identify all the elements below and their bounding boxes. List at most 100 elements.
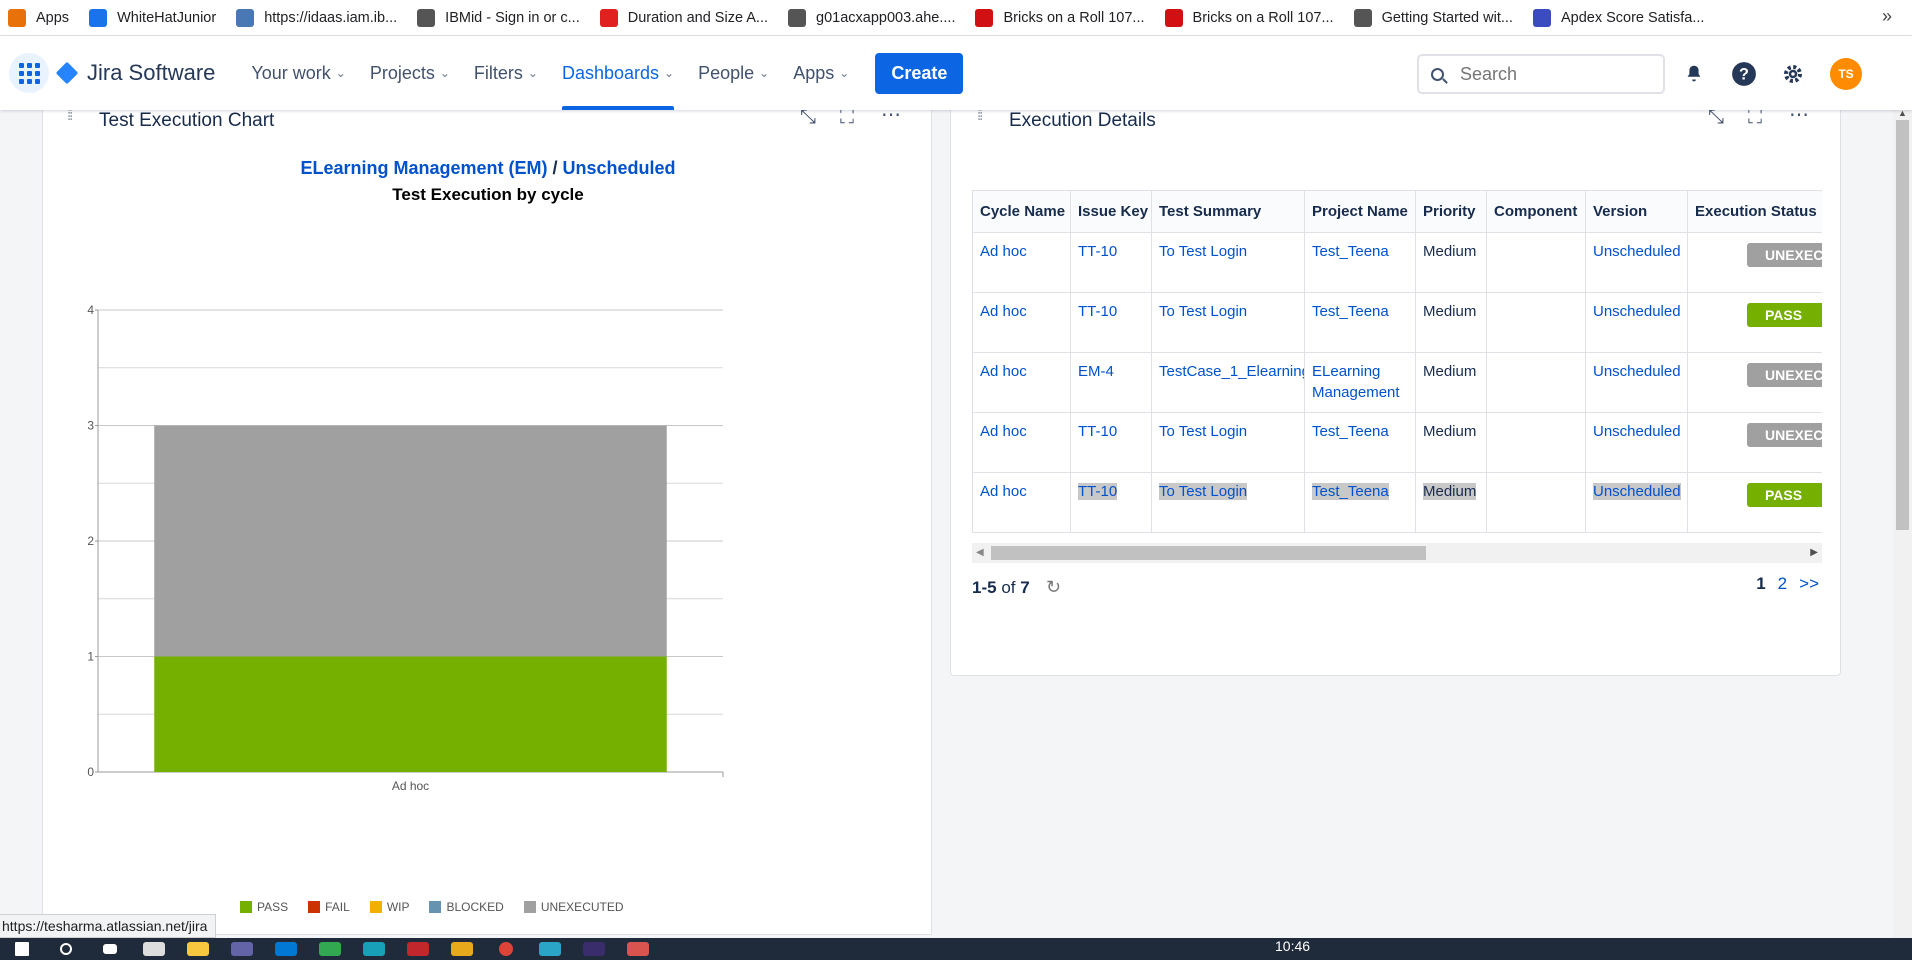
drag-handle-icon[interactable]: ⁞⁞: [67, 108, 74, 123]
page-vertical-scrollbar[interactable]: ▲: [1893, 108, 1912, 938]
start-icon[interactable]: [0, 938, 44, 960]
bookmark-item[interactable]: Apps: [8, 8, 69, 27]
summary-link[interactable]: To Test Login: [1159, 303, 1247, 320]
column-header[interactable]: Issue Key: [1070, 190, 1152, 233]
scroll-left-arrow-icon[interactable]: ◀: [976, 547, 984, 558]
app-icon[interactable]: [220, 938, 264, 960]
legend-item-fail[interactable]: FAIL: [308, 900, 350, 914]
jira-diamond-icon: [55, 61, 79, 85]
status-badge[interactable]: UNEXECUTED: [1747, 423, 1822, 447]
legend-label: FAIL: [325, 900, 350, 914]
legend-item-unexecuted[interactable]: UNEXECUTED: [523, 900, 624, 914]
app-icon[interactable]: [528, 938, 572, 960]
bookmark-item[interactable]: Duration and Size A...: [599, 8, 768, 27]
cycle-link[interactable]: Ad hoc: [980, 423, 1027, 440]
summary-link[interactable]: TestCase_1_Elearning: [1159, 363, 1304, 380]
column-header[interactable]: Priority: [1415, 190, 1487, 233]
bookmark-item[interactable]: Getting Started wit...: [1353, 8, 1513, 27]
bookmarks-overflow-button[interactable]: »: [1882, 6, 1892, 27]
project-link[interactable]: ELearning Management: [1312, 363, 1400, 401]
bookmark-item[interactable]: WhiteHatJunior: [89, 8, 216, 27]
summary-link[interactable]: To Test Login: [1159, 423, 1247, 440]
cycle-link[interactable]: Ad hoc: [980, 483, 1027, 500]
key-link[interactable]: TT-10: [1078, 243, 1117, 260]
nav-item-people[interactable]: People ⌄: [698, 36, 769, 110]
bookmark-item[interactable]: Apdex Score Satisfa...: [1532, 8, 1704, 27]
app-icon[interactable]: [616, 938, 660, 960]
bookmark-item[interactable]: IBMid - Sign in or c...: [417, 8, 580, 27]
edge-icon[interactable]: [308, 938, 352, 960]
search-box[interactable]: [1417, 54, 1665, 94]
app-switcher-icon[interactable]: [9, 53, 49, 93]
horizontal-scrollbar[interactable]: ◀ ▶: [972, 543, 1822, 563]
cycle-link[interactable]: Ad hoc: [980, 303, 1027, 320]
status-badge[interactable]: UNEXECUTED: [1747, 243, 1822, 267]
taskview-icon[interactable]: [88, 938, 132, 960]
app-icon[interactable]: [572, 938, 616, 960]
project-link[interactable]: Test_Teena: [1312, 483, 1389, 500]
status-badge[interactable]: PASS: [1747, 483, 1822, 507]
settings-gear-icon[interactable]: [1779, 60, 1807, 88]
column-header[interactable]: Version: [1585, 190, 1688, 233]
page-link[interactable]: >>: [1799, 574, 1819, 594]
legend-item-blocked[interactable]: BLOCKED: [429, 900, 504, 914]
cycle-link[interactable]: Ad hoc: [980, 243, 1027, 260]
app-icon[interactable]: [352, 938, 396, 960]
project-link[interactable]: Test_Teena: [1312, 303, 1389, 320]
column-header[interactable]: Project Name: [1304, 190, 1416, 233]
summary-link[interactable]: To Test Login: [1159, 483, 1248, 500]
version-link[interactable]: Unscheduled: [1593, 243, 1681, 260]
page-link[interactable]: 2: [1778, 574, 1787, 594]
project-link[interactable]: Test_Teena: [1312, 423, 1389, 440]
column-header[interactable]: Test Summary: [1151, 190, 1305, 233]
folder-icon[interactable]: [176, 938, 220, 960]
app-icon[interactable]: [440, 938, 484, 960]
legend-item-wip[interactable]: WIP: [369, 900, 409, 914]
project-link[interactable]: Test_Teena: [1312, 243, 1389, 260]
key-link[interactable]: TT-10: [1078, 483, 1118, 500]
bookmark-item[interactable]: https://idaas.iam.ib...: [236, 8, 397, 27]
store-icon[interactable]: [132, 938, 176, 960]
bookmark-item[interactable]: Bricks on a Roll 107...: [1164, 8, 1334, 27]
summary-link[interactable]: To Test Login: [1159, 243, 1247, 260]
scrollbar-thumb[interactable]: [991, 546, 1426, 560]
app-icon[interactable]: [396, 938, 440, 960]
chrome-icon[interactable]: [484, 938, 528, 960]
user-avatar[interactable]: TS: [1830, 58, 1862, 90]
search-icon[interactable]: [44, 938, 88, 960]
drag-handle-icon[interactable]: ⁞⁞: [977, 108, 984, 123]
project-link[interactable]: ELearning Management (EM): [300, 158, 547, 178]
nav-item-filters[interactable]: Filters ⌄: [474, 36, 538, 110]
legend-item-pass[interactable]: PASS: [240, 900, 288, 914]
notifications-icon[interactable]: [1680, 60, 1708, 88]
version-link[interactable]: Unscheduled: [1593, 483, 1681, 500]
search-input[interactable]: [1460, 63, 1640, 85]
key-link[interactable]: TT-10: [1078, 423, 1117, 440]
key-link[interactable]: TT-10: [1078, 303, 1117, 320]
column-header[interactable]: Component: [1486, 190, 1586, 233]
nav-item-apps[interactable]: Apps ⌄: [793, 36, 849, 110]
column-header[interactable]: Cycle Name: [972, 190, 1071, 233]
version-link[interactable]: Unscheduled: [1593, 423, 1681, 440]
help-icon[interactable]: ?: [1730, 60, 1758, 88]
nav-item-dashboards[interactable]: Dashboards ⌄: [561, 36, 675, 110]
column-header[interactable]: Execution Status: [1687, 190, 1822, 233]
pagination-links: 1 2 >>: [1756, 574, 1819, 594]
nav-item-your-work[interactable]: Your work ⌄: [251, 36, 345, 110]
key-link[interactable]: EM-4: [1078, 363, 1114, 380]
cycle-link[interactable]: Ad hoc: [980, 363, 1027, 380]
version-link[interactable]: Unscheduled: [563, 158, 676, 178]
version-link[interactable]: Unscheduled: [1593, 363, 1681, 380]
page-scrollbar-thumb[interactable]: [1896, 120, 1909, 530]
status-badge[interactable]: PASS: [1747, 303, 1822, 327]
version-link[interactable]: Unscheduled: [1593, 303, 1681, 320]
bookmark-item[interactable]: g01acxapp003.ahe....: [788, 8, 955, 27]
nav-item-projects[interactable]: Projects ⌄: [370, 36, 450, 110]
scroll-right-arrow-icon[interactable]: ▶: [1810, 547, 1818, 558]
refresh-icon[interactable]: ↻: [1046, 577, 1061, 598]
jira-logo[interactable]: Jira Software: [55, 60, 215, 86]
bookmark-item[interactable]: Bricks on a Roll 107...: [975, 8, 1145, 27]
app-icon[interactable]: [264, 938, 308, 960]
status-badge[interactable]: UNEXECUTED: [1747, 363, 1822, 387]
create-button[interactable]: Create: [875, 52, 964, 94]
